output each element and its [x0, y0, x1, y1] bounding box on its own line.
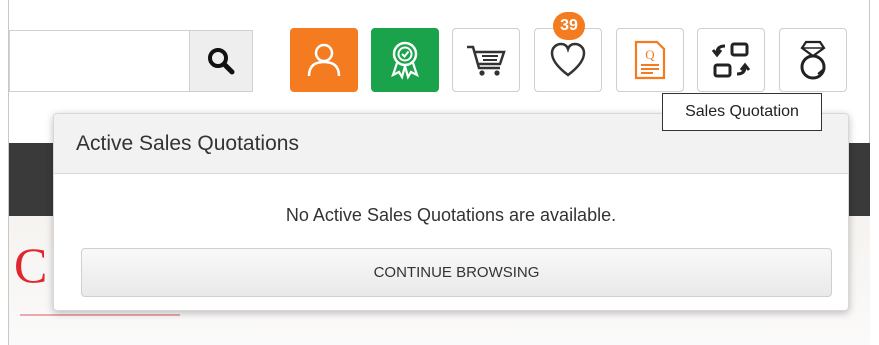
wishlist-count-badge: 39	[553, 12, 585, 40]
sales-quotation-tooltip: Sales Quotation	[662, 93, 822, 131]
continue-browsing-button[interactable]: CONTINUE BROWSING	[81, 248, 832, 297]
account-icon	[307, 43, 341, 77]
cart-icon	[467, 45, 506, 76]
account-button[interactable]	[290, 28, 358, 92]
search-icon	[208, 48, 235, 75]
sales-quotation-icon: Q	[634, 40, 666, 80]
svg-text:Q: Q	[645, 47, 655, 62]
hero-divider	[20, 314, 180, 316]
rewards-icon	[391, 41, 419, 80]
cart-button[interactable]	[452, 28, 520, 92]
heart-icon	[550, 42, 586, 77]
search-button[interactable]	[189, 30, 253, 92]
compare-button[interactable]	[697, 28, 765, 92]
search-input[interactable]	[9, 30, 189, 92]
sales-quotation-popover: Active Sales Quotations No Active Sales …	[53, 105, 849, 311]
ring-button[interactable]	[779, 28, 847, 92]
rewards-button[interactable]	[371, 28, 439, 92]
empty-quotations-message: No Active Sales Quotations are available…	[285, 205, 617, 225]
compare-icon	[711, 42, 751, 78]
sales-quotation-button[interactable]: Q	[616, 28, 684, 92]
hero-logo-fragment: C	[14, 237, 48, 293]
ring-icon	[800, 40, 826, 80]
